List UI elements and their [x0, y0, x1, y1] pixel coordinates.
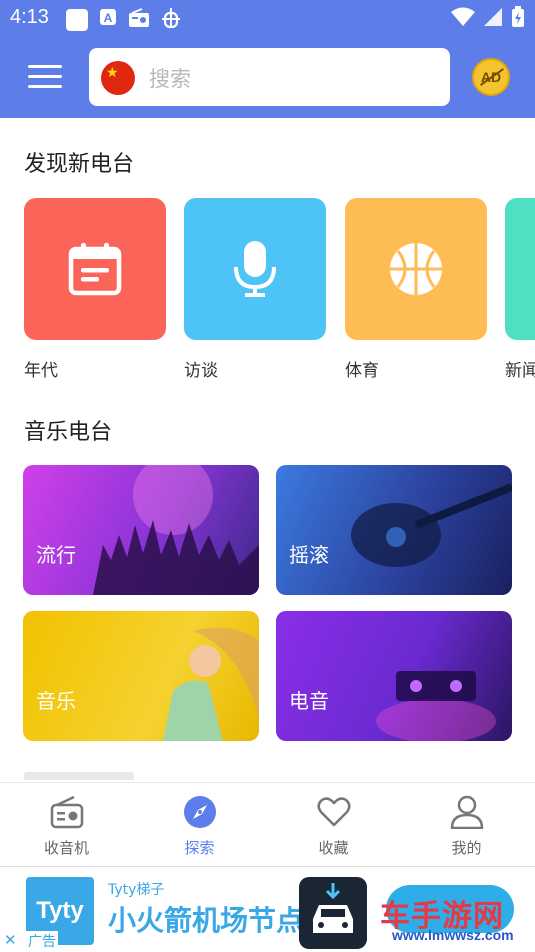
person-icon [450, 795, 484, 829]
nav-label: 我的 [451, 839, 482, 857]
notification-app-icon [66, 9, 88, 31]
font-app-icon: A [98, 7, 118, 33]
compass-icon [184, 796, 216, 828]
nav-label: 收藏 [318, 839, 349, 857]
nav-tab-radio[interactable]: 收音机 [0, 783, 133, 867]
bottom-navigation: 收音机 探索 收藏 我的 [0, 782, 535, 866]
ad-tag-label: 广告 [26, 931, 58, 951]
remove-ads-button[interactable]: AD [472, 58, 510, 96]
china-flag-icon[interactable]: ★ [101, 61, 135, 95]
status-time: 4:13 [10, 6, 49, 28]
music-card-electronic[interactable]: 电音 [276, 611, 512, 741]
basketball-icon [390, 243, 442, 295]
bug-status-icon [160, 7, 182, 33]
calendar-icon [68, 243, 122, 296]
search-placeholder: 搜索 [149, 67, 191, 91]
music-card-rock[interactable]: 摇滚 [276, 465, 512, 595]
category-tile-era[interactable] [24, 198, 166, 340]
music-section-title: 音乐电台 [24, 420, 113, 445]
car-logo-icon [299, 877, 367, 949]
category-tile-sports[interactable] [345, 198, 487, 340]
category-label: 年代 [24, 361, 58, 381]
category-tile-news[interactable] [505, 198, 535, 340]
ad-close-icon[interactable]: ✕ [4, 931, 17, 949]
guitar-image [351, 483, 512, 567]
menu-icon [28, 65, 62, 68]
nav-tab-mine[interactable]: 我的 [400, 783, 533, 867]
svg-text:A: A [104, 11, 113, 25]
watermark-url: www.lmwwsz.com [392, 927, 514, 943]
radio-icon [50, 795, 84, 829]
radio-status-icon [128, 8, 150, 32]
nav-tab-favorites[interactable]: 收藏 [267, 783, 400, 867]
headphone-girl-image [163, 627, 259, 741]
heart-icon [317, 797, 351, 827]
music-card-music[interactable]: 音乐 [23, 611, 259, 741]
battery-icon [511, 6, 525, 32]
signal-icon [483, 7, 503, 31]
category-tile-talk[interactable] [184, 198, 326, 340]
music-card-label: 电音 [289, 689, 329, 713]
nav-tab-explore[interactable]: 探索 [133, 783, 266, 867]
microphone-icon [234, 241, 276, 297]
status-bar: 4:13 A [0, 0, 535, 36]
concert-crowd-image [93, 465, 259, 595]
music-card-label: 流行 [36, 543, 76, 567]
ad-slogan: 小火箭机场节点 [108, 904, 305, 937]
dj-mixer-image [376, 671, 496, 741]
music-card-label: 摇滚 [289, 543, 329, 567]
category-label: 体育 [345, 361, 379, 381]
music-card-pop[interactable]: 流行 [23, 465, 259, 595]
search-input[interactable]: ★ 搜索 [89, 48, 450, 106]
next-section-title-clipped [24, 770, 154, 780]
category-label: 访谈 [184, 361, 218, 381]
menu-button[interactable] [28, 65, 62, 89]
discover-section-title: 发现新电台 [24, 152, 135, 177]
category-label: 新闻 [505, 361, 535, 381]
status-notification-icons: A [66, 7, 182, 33]
wifi-icon [451, 7, 475, 31]
nav-label: 探索 [184, 839, 215, 857]
ad-brand-name: Tyty梯子 [108, 882, 165, 898]
app-header: ★ 搜索 AD [0, 36, 535, 118]
nav-label: 收音机 [43, 839, 89, 857]
status-system-icons [451, 6, 525, 32]
music-card-label: 音乐 [36, 689, 76, 713]
ad-banner[interactable]: Tyty Tyty梯子 小火箭机场节点 车手游网 www.lmwwsz.com … [0, 866, 535, 952]
